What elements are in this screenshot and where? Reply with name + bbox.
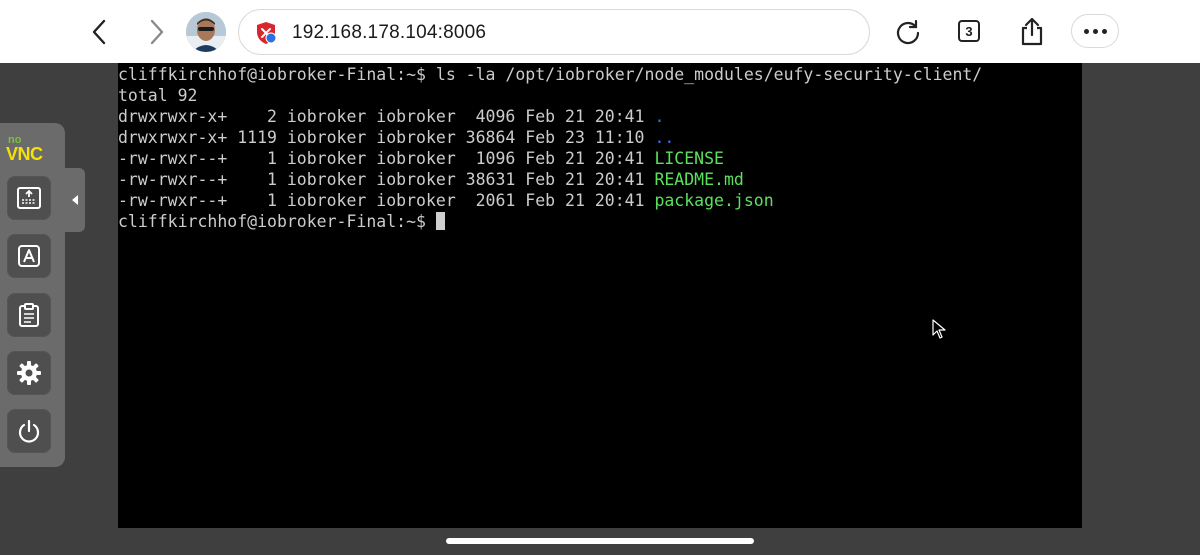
listing-meta: drwxrwxr-x+ 2 iobroker iobroker 4096 Feb… <box>118 107 655 126</box>
home-indicator[interactable] <box>446 538 754 544</box>
settings-button[interactable] <box>7 351 51 395</box>
novnc-logo: no VNC <box>6 135 56 165</box>
more-button[interactable] <box>1071 14 1119 48</box>
clipboard-icon <box>19 303 39 327</box>
reload-button[interactable] <box>892 16 924 48</box>
vnc-viewport-margin-right <box>1082 63 1200 528</box>
shield-icon[interactable] <box>255 21 277 45</box>
terminal-output-line: total 92 <box>118 86 198 105</box>
listing-row: -rw-rwxr--+ 1 iobroker iobroker 38631 Fe… <box>118 169 744 190</box>
listing-row: drwxrwxr-x+ 1119 iobroker iobroker 36864… <box>118 127 674 148</box>
power-button[interactable] <box>7 409 51 453</box>
terminal-prompt: cliffkirchhof@iobroker-Final:~$ <box>118 212 436 231</box>
terminal-screen[interactable]: cliffkirchhof@iobroker-Final:~$ ls -la /… <box>118 63 1082 528</box>
listing-row: -rw-rwxr--+ 1 iobroker iobroker 2061 Feb… <box>118 190 774 211</box>
forward-button[interactable] <box>140 16 172 48</box>
listing-meta: -rw-rwxr--+ 1 iobroker iobroker 2061 Feb… <box>118 191 655 210</box>
listing-file-name: README.md <box>654 170 744 189</box>
extra-keys-button[interactable] <box>7 234 51 278</box>
novnc-logo-vnc: VNC <box>6 144 43 164</box>
browser-toolbar: 192.168.178.104:8006 3 <box>0 0 1200 63</box>
listing-row: drwxrwxr-x+ 2 iobroker iobroker 4096 Feb… <box>118 106 664 127</box>
terminal-prompt-line[interactable]: cliffkirchhof@iobroker-Final:~$ <box>118 211 445 232</box>
chevron-right-icon <box>150 19 164 45</box>
profile-photo <box>186 12 226 52</box>
listing-dir-name: .. <box>654 128 675 147</box>
caret-left-icon <box>72 195 78 205</box>
listing-row: -rw-rwxr--+ 1 iobroker iobroker 1096 Feb… <box>118 148 724 169</box>
listing-file-name: package.json <box>654 191 774 210</box>
power-icon <box>18 419 40 443</box>
share-icon <box>1021 17 1043 46</box>
url-text[interactable]: 192.168.178.104:8006 <box>292 22 486 44</box>
listing-dir-name: . <box>654 107 665 126</box>
control-bar-handle[interactable] <box>65 168 85 232</box>
extra-keys-icon <box>18 245 40 267</box>
listing-meta: -rw-rwxr--+ 1 iobroker iobroker 38631 Fe… <box>118 170 655 189</box>
more-icon <box>1083 28 1089 34</box>
back-button[interactable] <box>84 16 116 48</box>
gear-icon <box>17 361 41 385</box>
tabs-button[interactable]: 3 <box>958 20 980 42</box>
avatar[interactable] <box>186 12 226 52</box>
reload-icon <box>896 19 920 45</box>
terminal-command-line: cliffkirchhof@iobroker-Final:~$ ls -la /… <box>118 65 983 84</box>
keyboard-icon <box>17 187 41 209</box>
clipboard-button[interactable] <box>7 293 51 337</box>
mouse-pointer-icon <box>932 319 946 339</box>
listing-meta: drwxrwxr-x+ 1119 iobroker iobroker 36864… <box>118 128 655 147</box>
chevron-left-icon <box>92 19 106 45</box>
share-button[interactable] <box>1016 16 1048 48</box>
listing-meta: -rw-rwxr--+ 1 iobroker iobroker 1096 Feb… <box>118 149 655 168</box>
novnc-control-bar: no VNC <box>0 123 65 467</box>
listing-file-name: LICENSE <box>654 149 724 168</box>
show-keyboard-button[interactable] <box>7 176 51 220</box>
address-bar[interactable]: 192.168.178.104:8006 <box>238 9 870 55</box>
terminal-cursor <box>435 212 445 230</box>
